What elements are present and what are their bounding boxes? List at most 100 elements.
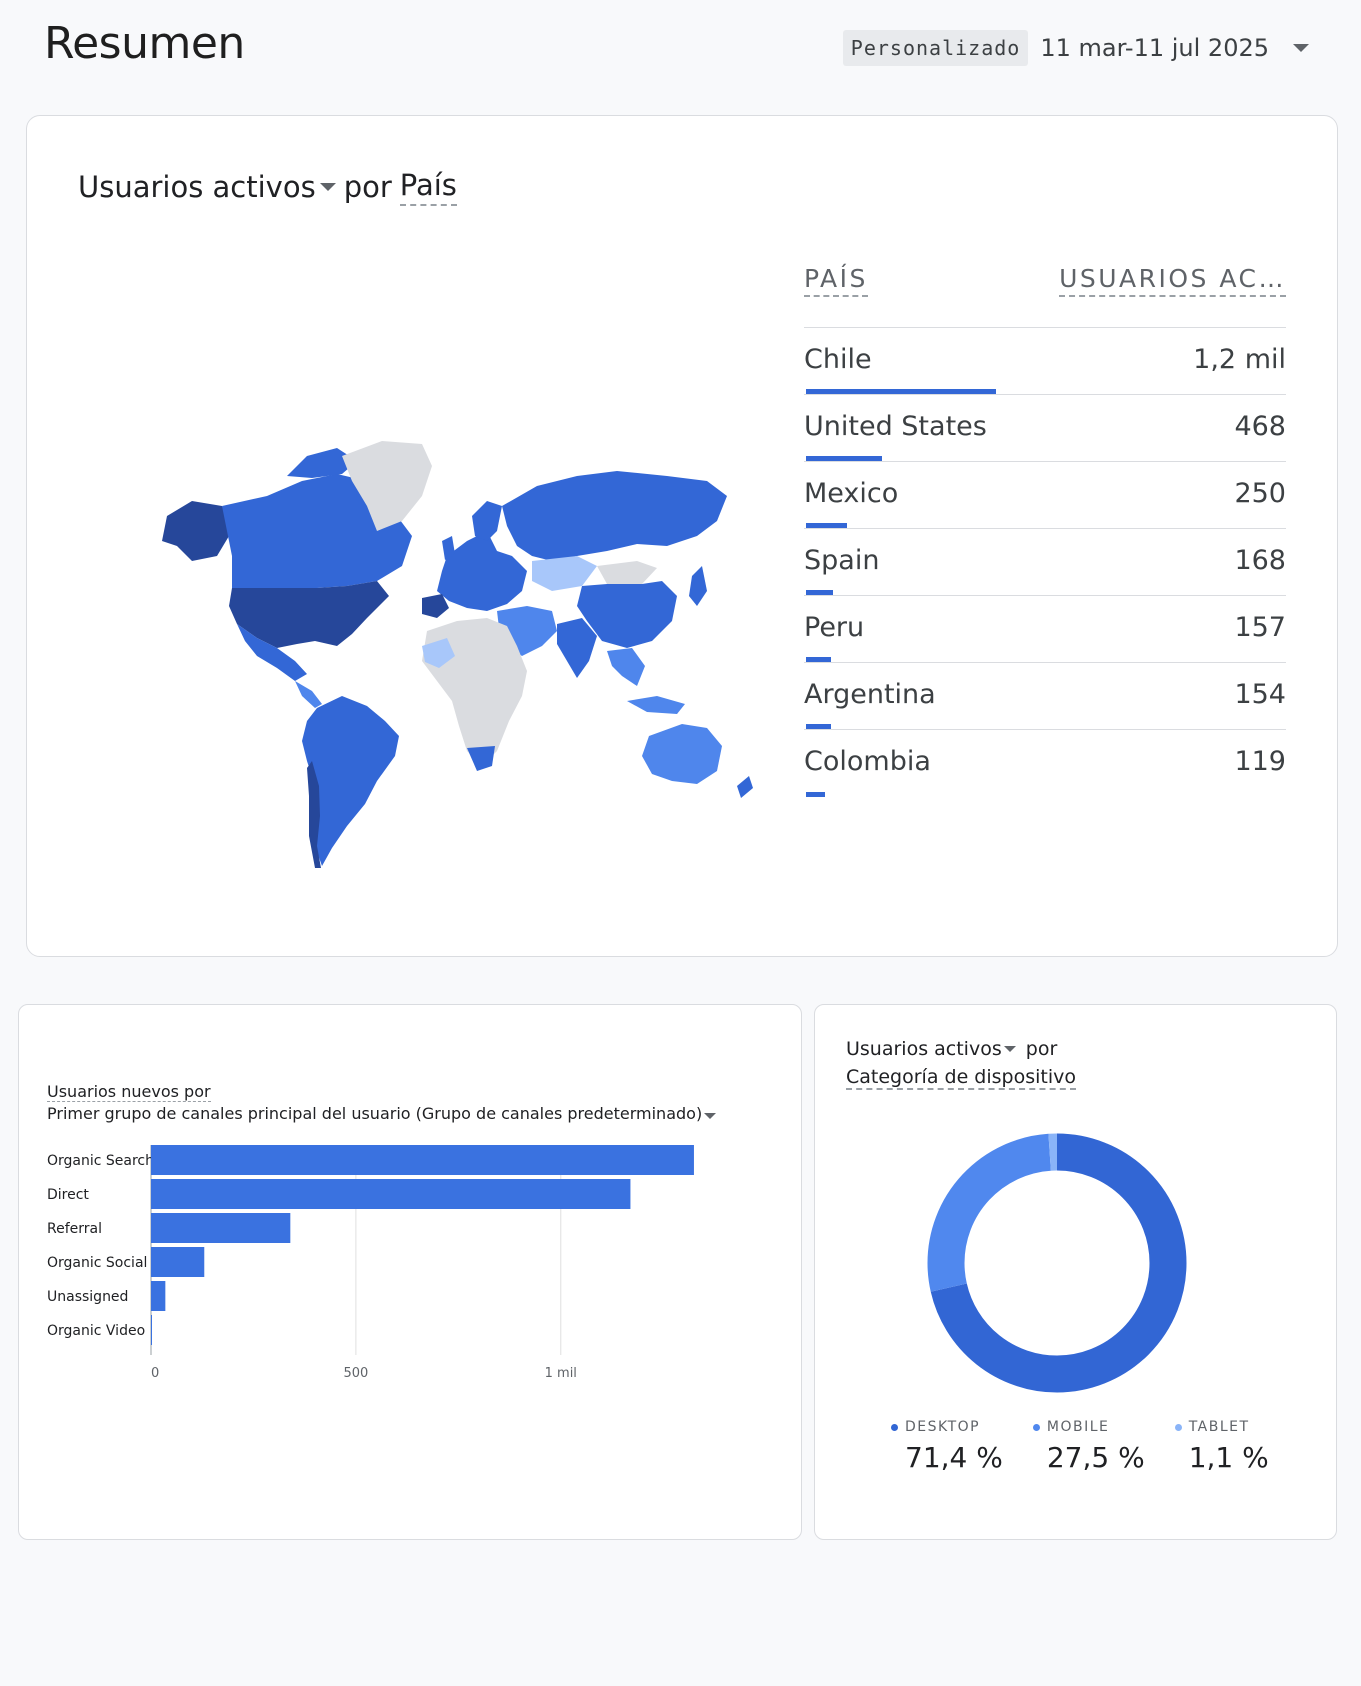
channels-card: Usuarios nuevos por Primer grupo de cana… [18,1004,802,1540]
map-alaska [162,501,232,561]
table-row[interactable]: Peru 157 [804,596,1286,663]
table-row[interactable]: Chile 1,2 mil [804,328,1286,395]
country-card-title: Usuarios activos por País [78,168,457,206]
world-map[interactable] [137,356,817,876]
country-users: 119 [1234,746,1286,777]
channels-metric-label[interactable]: Usuarios nuevos por [47,1082,211,1102]
share-bar [806,389,996,394]
country-card: Usuarios activos por País PAÍS USUARIOS … [26,115,1338,957]
by-label: por [343,170,392,204]
date-range-text: 11 mar-11 jul 2025 [1040,34,1269,62]
bar-organic-search[interactable] [151,1145,694,1175]
legend-dot-icon [1032,1423,1040,1431]
page-title: Resumen [44,18,245,69]
bar-unassigned[interactable] [151,1281,166,1311]
category-label: Organic Video [47,1323,145,1339]
col-users[interactable]: USUARIOS AC… [1059,264,1286,297]
dropdown-arrow-icon [1003,1046,1016,1052]
dropdown-arrow-icon [319,183,336,191]
bar-organic-video[interactable] [151,1315,152,1345]
share-bar [806,523,847,528]
channels-card-title: Usuarios nuevos por Primer grupo de cana… [47,1081,717,1125]
device-by-label: por [1025,1038,1058,1060]
col-country[interactable]: PAÍS [804,264,868,297]
map-russia [502,471,727,561]
channels-dimension-label: Primer grupo de canales principal del us… [47,1104,703,1123]
category-label: Organic Search [47,1153,154,1169]
map-new-zealand [737,776,753,798]
legend-text: DESKTOP [905,1419,981,1435]
country-name: Spain [804,545,880,576]
map-south-africa [467,746,495,771]
bar-direct[interactable] [151,1179,631,1209]
map-central-america [295,681,322,708]
category-label: Referral [47,1221,102,1237]
map-india [557,618,597,678]
map-australia [642,724,722,784]
metric-dropdown[interactable]: Usuarios activos [78,170,344,204]
country-users: 168 [1234,545,1286,576]
country-name: Mexico [804,478,899,509]
dimension-link[interactable]: País [399,168,457,206]
share-bar [806,657,832,662]
legend-text: MOBILE [1046,1419,1110,1435]
device-card-title: Usuarios activos por Categoría de dispos… [846,1035,1076,1091]
table-row[interactable]: Mexico 250 [804,462,1286,529]
map-scandinavia [472,501,502,541]
map-africa [422,618,527,766]
device-donut-chart [927,1133,1187,1393]
device-metric-dropdown[interactable]: Usuarios activos [846,1035,1020,1063]
device-metric-label: Usuarios activos [846,1038,1002,1060]
legend-item-tablet[interactable]: TABLET 1,1 % [1174,1419,1269,1474]
legend-label: TABLET [1174,1419,1269,1435]
share-bar [806,590,834,595]
map-mongolia [597,561,657,584]
map-se-asia [607,648,645,686]
device-legend: DESKTOP 71,4 % MOBILE 27,5 % TABLET 1,1 % [891,1419,1299,1474]
country-name: United States [804,411,987,442]
legend-value: 1,1 % [1188,1441,1269,1474]
country-name: Argentina [804,679,936,710]
legend-value: 71,4 % [905,1441,1003,1474]
country-name: Colombia [804,746,931,777]
metric-label: Usuarios activos [78,170,316,204]
table-header: PAÍS USUARIOS AC… [804,264,1286,328]
x-tick-label: 0 [151,1366,159,1381]
date-range-chip: Personalizado [842,30,1029,66]
country-users: 1,2 mil [1193,344,1286,375]
category-label: Direct [47,1187,89,1203]
category-label: Unassigned [47,1289,128,1305]
date-range-picker[interactable]: Personalizado 11 mar-11 jul 2025 [842,30,1309,66]
legend-item-desktop[interactable]: DESKTOP 71,4 % [891,1419,1003,1474]
share-bar [806,724,832,729]
map-indonesia [627,696,685,714]
x-tick-label: 500 [343,1366,368,1381]
table-row[interactable]: United States 468 [804,395,1286,462]
legend-dot-icon [1174,1423,1182,1431]
channels-dimension-dropdown[interactable]: Primer grupo de canales principal del us… [47,1103,717,1125]
country-users: 250 [1234,478,1286,509]
bar-organic-social[interactable] [151,1247,205,1277]
country-users: 154 [1234,679,1286,710]
share-bar [806,456,882,461]
country-users: 157 [1234,612,1286,643]
legend-value: 27,5 % [1046,1441,1145,1474]
x-tick-label: 1 mil [545,1366,577,1381]
country-table: PAÍS USUARIOS AC… Chile 1,2 mil United Sta… [804,264,1286,797]
table-row[interactable]: Spain 168 [804,529,1286,596]
legend-text: TABLET [1188,1419,1250,1435]
map-japan [689,566,707,606]
share-bar [806,792,826,797]
bar-referral[interactable] [151,1213,291,1243]
legend-dot-icon [891,1423,898,1431]
category-label: Organic Social [47,1255,147,1271]
legend-item-mobile[interactable]: MOBILE 27,5 % [1032,1419,1145,1474]
dropdown-arrow-icon [704,1113,717,1119]
device-card: Usuarios activos por Categoría de dispos… [814,1004,1337,1540]
table-row[interactable]: Colombia 119 [804,730,1286,797]
device-dimension-link[interactable]: Categoría de dispositivo [846,1066,1076,1090]
channels-bar-chart: 0 500 1 mil Organic Search Direct Referral Org… [47,1145,694,1381]
chevron-down-icon[interactable] [1293,44,1309,52]
table-row[interactable]: Argentina 154 [804,663,1286,730]
country-name: Chile [804,344,872,375]
